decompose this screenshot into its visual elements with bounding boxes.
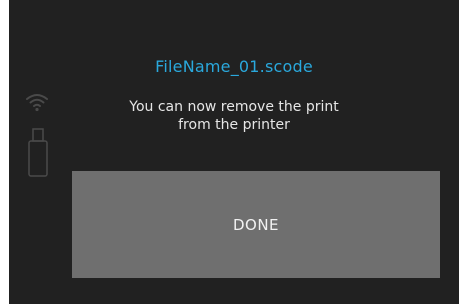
- status-message: You can now remove the print from the pr…: [9, 98, 459, 134]
- printer-screen: FileName_01.scode You can now remove the…: [9, 0, 459, 304]
- usb-drive-icon: [28, 128, 48, 177]
- status-message-line-1: You can now remove the print: [129, 99, 339, 115]
- done-button-label: DONE: [232, 215, 280, 234]
- done-button[interactable]: DONE: [72, 171, 440, 278]
- file-name: FileName_01.scode: [155, 57, 313, 76]
- status-message-line-2: from the printer: [178, 117, 290, 133]
